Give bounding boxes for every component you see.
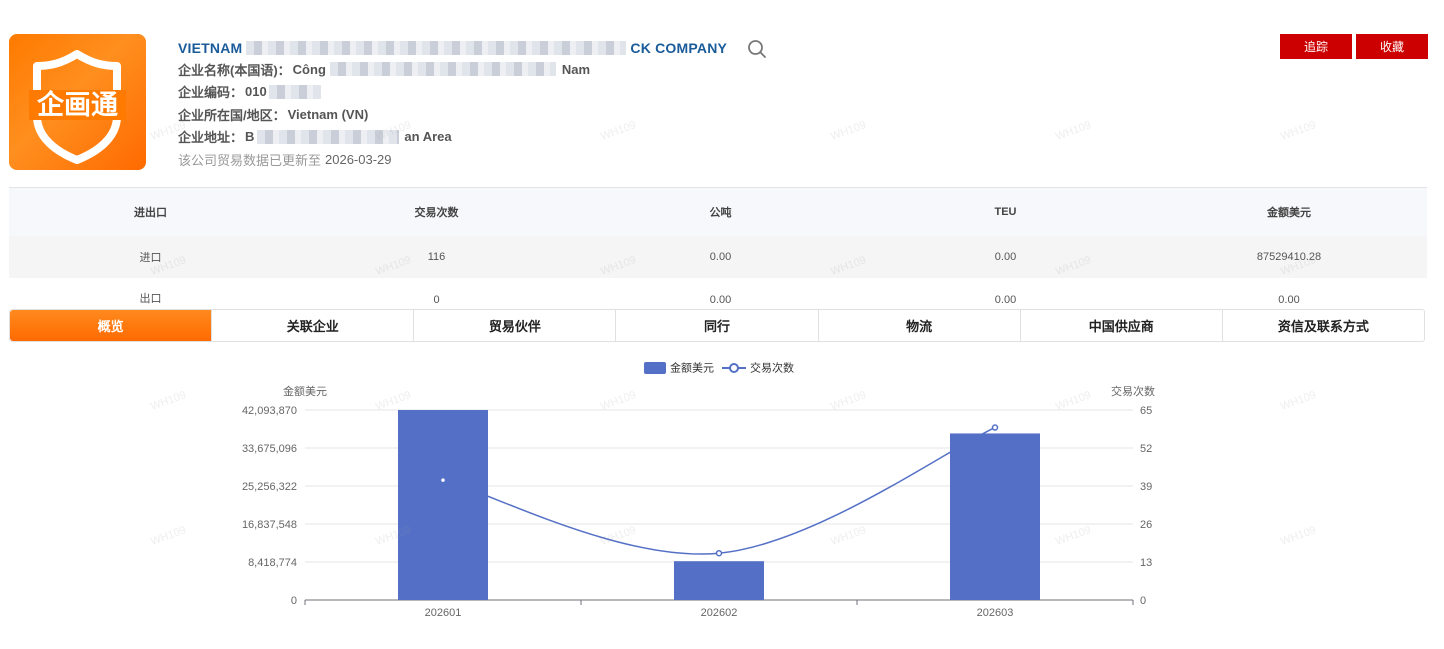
x-tick-label: 202603 bbox=[977, 607, 1014, 619]
field-label: 企业名称(本国语)： bbox=[178, 62, 291, 78]
company-name-end: CK COMPANY bbox=[630, 40, 728, 56]
table-cell: 0.00 bbox=[994, 294, 1017, 306]
company-logo: 企画通 bbox=[9, 34, 146, 170]
tab-bar: 概览 关联企业 贸易伙伴 同行 物流 中国供应商 资信及联系方式 bbox=[9, 309, 1425, 342]
table-header: 进出口 交易次数 公吨 TEU 金额美元 bbox=[9, 188, 1427, 236]
updated-date: 2026-03-29 bbox=[325, 151, 392, 167]
legend-label: 金额美元 bbox=[670, 361, 714, 375]
watermark-text: WH109 bbox=[829, 119, 868, 143]
redacted-text bbox=[268, 84, 321, 99]
tab-credit-contact[interactable]: 资信及联系方式 bbox=[1221, 310, 1424, 341]
tab-related-companies[interactable]: 关联企业 bbox=[211, 310, 413, 341]
address-row: 企业地址： B an Area bbox=[178, 126, 778, 149]
field-value-end: an Area bbox=[404, 129, 452, 145]
x-tick-label: 202601 bbox=[425, 607, 462, 619]
trade-chart: 金额美元 交易次数金额美元 交易次数0 08,418,774 1316,837,548 2… bbox=[242, 361, 1155, 620]
x-tick-label: 202602 bbox=[701, 607, 738, 619]
y-axis-title: 金额美元 bbox=[283, 384, 327, 398]
table-cell: 0.00 bbox=[994, 251, 1017, 263]
field-label: 企业编码： bbox=[178, 85, 244, 101]
table-cell: 进口 bbox=[139, 252, 162, 264]
tab-china-suppliers[interactable]: 中国供应商 bbox=[1019, 310, 1222, 341]
field-value: B bbox=[245, 129, 255, 145]
field-value: 010 bbox=[245, 84, 267, 100]
search-icon[interactable] bbox=[746, 38, 768, 60]
watermark-text: WH109 bbox=[1279, 119, 1318, 143]
logo-text: 企画通 bbox=[37, 89, 118, 121]
column-header: 金额美元 bbox=[1267, 207, 1311, 219]
field-value: Công bbox=[292, 61, 326, 77]
series-line bbox=[442, 426, 996, 555]
legend-line-marker bbox=[729, 363, 739, 373]
field-label: 企业所在国/地区： bbox=[178, 107, 286, 123]
table-cell: 0 bbox=[433, 294, 440, 306]
table-cell: 出口 bbox=[139, 293, 162, 305]
y-tick-label: 25,256,322 bbox=[242, 481, 297, 493]
y2-tick-label: 52 bbox=[1140, 443, 1152, 455]
line-point bbox=[439, 476, 447, 484]
field-label: 企业地址： bbox=[178, 130, 244, 146]
bar bbox=[398, 410, 488, 600]
table-row: 出口 0 0.00 0.00 0.00 bbox=[9, 278, 1427, 310]
table-row: 进口 116 0.00 0.00 87529410.28 bbox=[9, 236, 1427, 278]
y2-tick-label: 65 bbox=[1140, 405, 1152, 417]
table-cell: 0.00 bbox=[709, 251, 732, 263]
tab-trade-partners[interactable]: 贸易伙伴 bbox=[413, 310, 615, 341]
company-code-row: 企业编码： 010 bbox=[178, 81, 778, 104]
y-tick-label: 8,418,774 bbox=[248, 557, 297, 569]
y-tick-label: 0 bbox=[291, 595, 297, 607]
table-cell: 0.00 bbox=[1278, 294, 1300, 306]
y2-axis-title: 交易次数 bbox=[1111, 384, 1155, 398]
y2-tick-label: 13 bbox=[1140, 557, 1152, 569]
updated-label: 该公司贸易数据已更新至 bbox=[178, 152, 322, 168]
track-button[interactable]: 追踪 bbox=[1280, 34, 1352, 59]
legend-label: 交易次数 bbox=[750, 361, 794, 375]
tab-logistics[interactable]: 物流 bbox=[817, 310, 1020, 341]
data-updated-note: 该公司贸易数据已更新至 2026-03-29 bbox=[178, 148, 778, 170]
redacted-text bbox=[329, 62, 556, 77]
y-tick-label: 42,093,870 bbox=[242, 405, 297, 417]
company-info: VIETNAM CK COMPANY 企业名称(本国语)： Công Nam 企… bbox=[178, 38, 778, 170]
column-header: TEU bbox=[994, 206, 1017, 218]
legend-bar-swatch bbox=[644, 362, 666, 374]
y-tick-label: 16,837,548 bbox=[242, 519, 297, 531]
table-cell: 116 bbox=[427, 251, 446, 263]
redacted-text bbox=[246, 41, 627, 55]
line-point bbox=[715, 549, 723, 557]
bar bbox=[950, 433, 1040, 600]
country-row: 企业所在国/地区： Vietnam (VN) bbox=[178, 103, 778, 126]
company-name-start: VIETNAM bbox=[178, 40, 243, 56]
field-value-end: Nam bbox=[561, 61, 591, 77]
tab-peers[interactable]: 同行 bbox=[615, 310, 817, 341]
bar bbox=[674, 561, 764, 600]
column-header: 进出口 bbox=[134, 207, 167, 219]
company-name[interactable]: VIETNAM CK COMPANY bbox=[178, 38, 778, 58]
table-cell: 87529410.28 bbox=[1256, 251, 1322, 263]
table-cell: 0.00 bbox=[709, 294, 732, 306]
trade-stats-table: 进出口 交易次数 公吨 TEU 金额美元 进口 116 0.00 0.00 87… bbox=[9, 187, 1427, 310]
column-header: 公吨 bbox=[709, 207, 732, 219]
y2-tick-label: 39 bbox=[1140, 481, 1152, 493]
y2-tick-label: 26 bbox=[1140, 519, 1152, 531]
y-tick-label: 33,675,096 bbox=[242, 443, 297, 455]
favorite-button[interactable]: 收藏 bbox=[1356, 34, 1428, 59]
native-name-row: 企业名称(本国语)： Công Nam bbox=[178, 58, 778, 81]
line-point bbox=[991, 424, 999, 431]
field-value: Vietnam (VN) bbox=[287, 106, 369, 122]
column-header: 交易次数 bbox=[414, 207, 459, 219]
y2-tick-label: 0 bbox=[1140, 595, 1146, 607]
watermark-text: WH109 bbox=[1054, 119, 1093, 143]
redacted-text bbox=[257, 129, 400, 144]
tab-overview[interactable]: 概览 bbox=[10, 310, 212, 341]
shield-icon: 企画通 bbox=[29, 50, 126, 164]
